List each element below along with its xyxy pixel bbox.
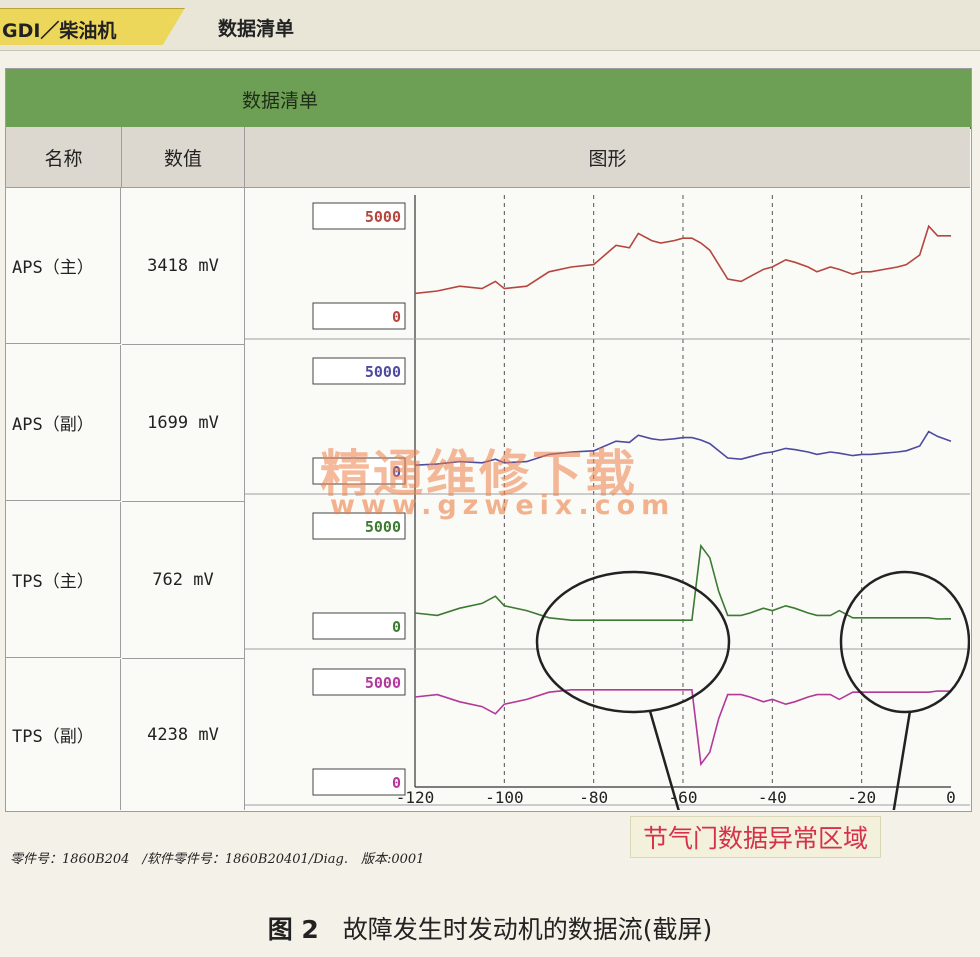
column-header-name[interactable]: 名称 <box>6 127 122 188</box>
max-label-0: 5000 <box>365 208 401 226</box>
max-label-3: 5000 <box>365 674 401 692</box>
row-value-tps-sub: 4238 mV <box>122 659 245 810</box>
max-label-1: 5000 <box>365 363 401 381</box>
x-tick-label-4: -40 <box>758 788 787 807</box>
tab-gdi-diesel[interactable]: GDI／柴油机 <box>0 8 185 45</box>
row-name-aps-sub: APS（副） <box>6 345 121 501</box>
anomaly-markers <box>535 570 970 810</box>
part-number-footer: 零件号：1860B204 /软件零件号：1860B20401/Diag. 版本:… <box>10 852 425 867</box>
anomaly-circle-2 <box>839 570 970 714</box>
x-tick-label-0: -120 <box>396 788 435 807</box>
anomaly-pointer-1 <box>648 710 680 810</box>
panel-title: 数据清单 <box>242 90 319 112</box>
tab-bar: GDI／柴油机 数据清单 <box>0 0 980 51</box>
row-name-tps-main: TPS（主） <box>6 502 121 658</box>
row-value-aps-main: 3418 mV <box>122 188 245 345</box>
figure-caption: 图 2 故障发生时发动机的数据流(截屏) <box>0 910 980 946</box>
column-header-graph[interactable]: 图形 <box>245 127 970 188</box>
min-label-2: 0 <box>392 618 401 636</box>
figure-caption-text: 故障发生时发动机的数据流(截屏) <box>342 915 713 944</box>
x-tick-label-1: -100 <box>485 788 524 807</box>
x-tick-label-2: -80 <box>579 788 608 807</box>
anomaly-pointer-2 <box>892 710 912 810</box>
figure-number: 图 2 <box>267 915 319 944</box>
tab-gdi-diesel-label: GDI／柴油机 <box>2 20 117 42</box>
min-label-0: 0 <box>392 308 401 326</box>
anomaly-annotation-label: 节气门数据异常区域 <box>630 816 882 858</box>
row-value-tps-main: 762 mV <box>122 502 245 659</box>
x-tick-label-5: -20 <box>847 788 876 807</box>
tab-data-list[interactable]: 数据清单 <box>218 14 294 41</box>
row-name-tps-sub: TPS（副） <box>6 659 121 810</box>
anomaly-circle-1 <box>535 570 731 714</box>
row-name-aps-main: APS（主） <box>6 188 121 344</box>
x-tick-label-6: 0 <box>946 788 956 807</box>
watermark-url: www.gzweix.com <box>330 490 676 521</box>
column-header-value[interactable]: 数值 <box>122 127 245 188</box>
row-value-aps-sub: 1699 mV <box>122 345 245 502</box>
panel-header: 数据清单 <box>6 69 971 129</box>
